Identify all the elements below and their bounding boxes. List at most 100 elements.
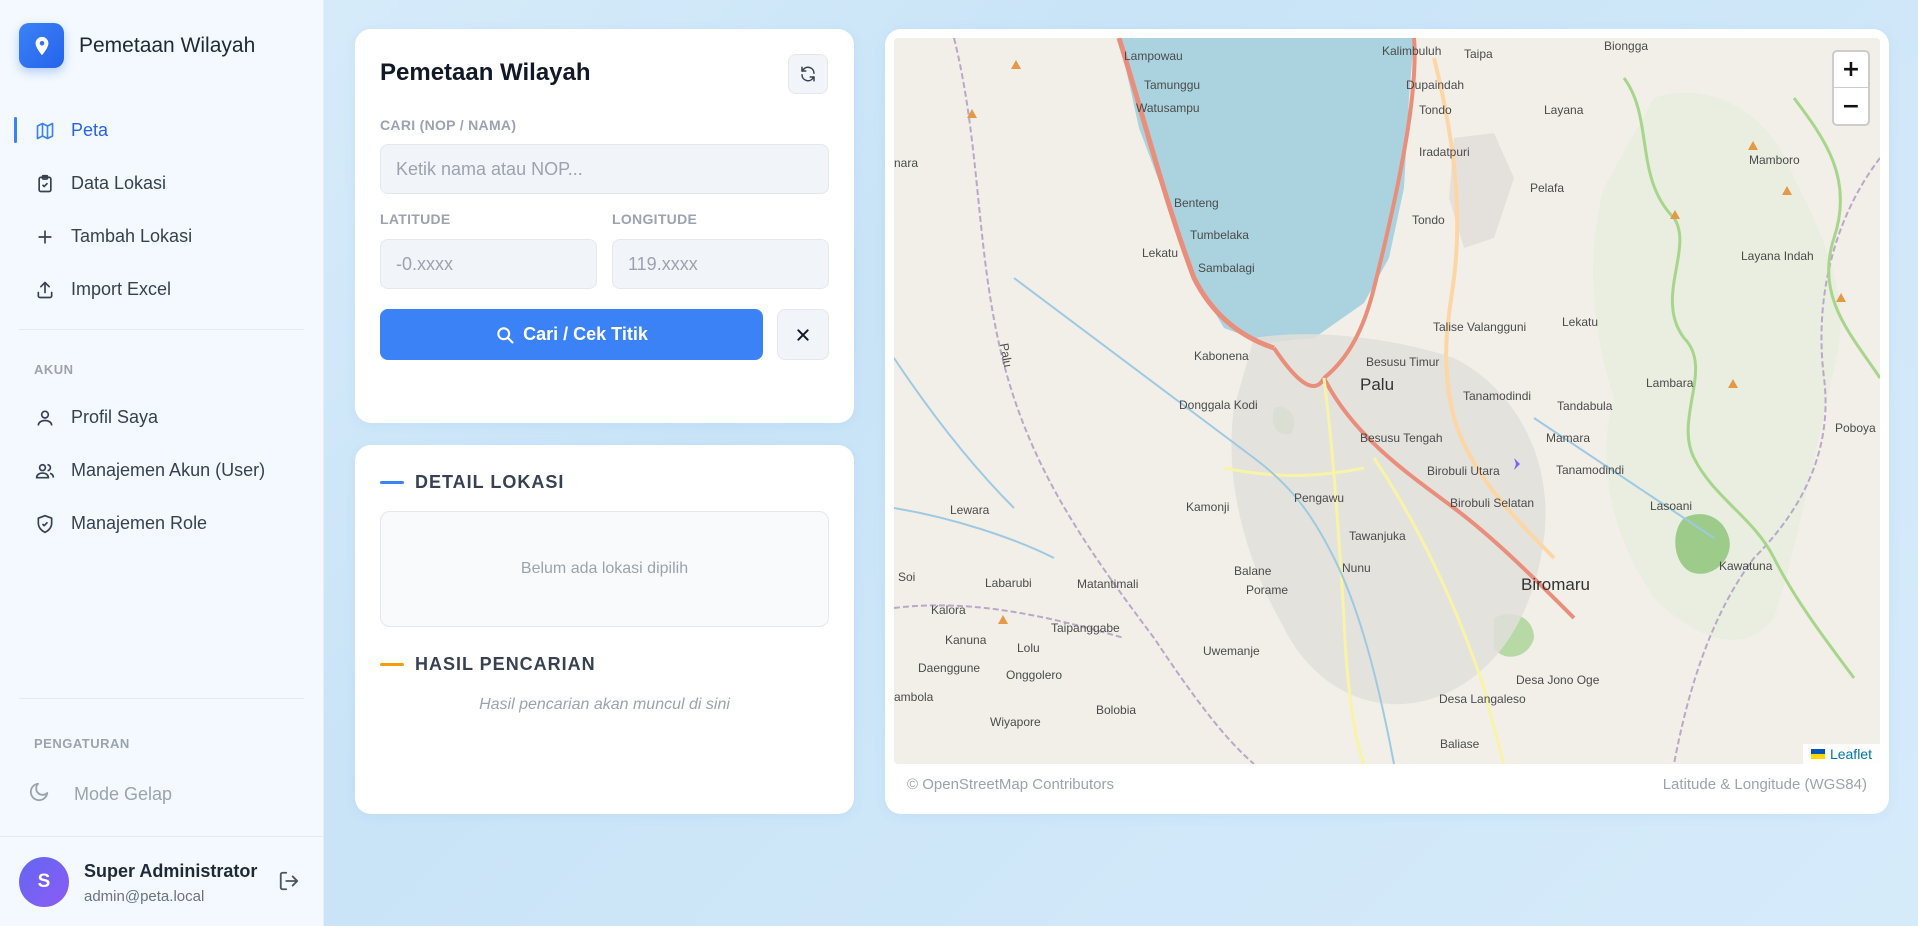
map-label: Lekatu (1562, 315, 1598, 329)
map-label: Taipa (1464, 47, 1493, 61)
map-label: Tumbelaka (1190, 228, 1249, 242)
search-input[interactable] (380, 144, 829, 194)
map-icon (34, 120, 56, 142)
map-canvas[interactable]: Lampowau Kalimbuluh Taipa Biongga Tamung… (894, 38, 1880, 764)
map-label: Biongga (1604, 39, 1648, 53)
map-label: Poboya (1835, 421, 1876, 435)
sidebar: Pemetaan Wilayah Peta Data Lokasi Tambah… (0, 0, 324, 926)
map-label: Besusu Timur (1366, 355, 1439, 369)
brand[interactable]: Pemetaan Wilayah (19, 23, 255, 68)
map-label: Birobuli Utara (1427, 464, 1500, 478)
dark-mode-toggle[interactable]: Mode Gelap (28, 776, 172, 812)
map-label: Palu (1360, 375, 1394, 394)
map-label: Tamunggu (1144, 78, 1200, 92)
nav-label: Data Lokasi (71, 173, 167, 193)
map-label: Kalora (931, 603, 966, 617)
nav-label: Manajemen Akun (User) (71, 460, 266, 480)
nav-item-peta[interactable]: Peta (0, 104, 324, 157)
map-label: Daenggune (918, 661, 980, 675)
nav-item-profil[interactable]: Profil Saya (0, 391, 324, 444)
map-label: ambola (894, 690, 934, 704)
results-heading: HASIL PENCARIAN (380, 654, 596, 675)
map-label: Besusu Tengah (1360, 431, 1443, 445)
map-label: Kanuna (945, 633, 987, 647)
map-label: Tanamodindi (1556, 463, 1624, 477)
map-footer-copyright: © OpenStreetMap Contributors (907, 776, 1114, 793)
map-attribution: Leaflet (1802, 744, 1880, 764)
nav-label: Profil Saya (71, 407, 159, 427)
zoom-in-button[interactable]: + (1834, 52, 1868, 88)
map-label: Lekatu (1142, 246, 1178, 260)
logout-icon (279, 871, 299, 891)
user-icon (34, 407, 56, 429)
moon-icon (28, 781, 50, 808)
refresh-button[interactable] (788, 54, 828, 94)
map-label: Matantimali (1077, 577, 1138, 591)
shield-icon (34, 513, 56, 535)
nav-item-data-lokasi[interactable]: Data Lokasi (0, 157, 324, 210)
search-button-label: Cari / Cek Titik (523, 324, 648, 344)
map-label: Lambara (1646, 376, 1694, 390)
accent-bar (380, 663, 404, 666)
zoom-out-button[interactable]: − (1834, 88, 1868, 124)
map-label: Pengawu (1294, 491, 1344, 505)
map-label: Biromaru (1521, 575, 1590, 594)
divider (19, 329, 304, 330)
section-label-pengaturan: PENGATURAN (34, 736, 130, 751)
detail-heading-label: DETAIL LOKASI (415, 472, 565, 492)
detail-heading: DETAIL LOKASI (380, 472, 564, 493)
map-label: Baliase (1440, 737, 1480, 751)
map-label: Kabonena (1194, 349, 1249, 363)
upload-icon (34, 279, 56, 301)
accent-bar (380, 481, 404, 484)
brand-name: Pemetaan Wilayah (79, 33, 256, 57)
map-footer-crs: Latitude & Longitude (WGS84) (1662, 776, 1867, 793)
main-nav: Peta Data Lokasi Tambah Lokasi Import Ex… (0, 104, 324, 316)
map-label: Benteng (1174, 196, 1219, 210)
map-label: Talise Valangguni (1433, 320, 1526, 334)
nav-item-tambah-lokasi[interactable]: Tambah Lokasi (0, 210, 324, 263)
map-label: Mamara (1546, 431, 1590, 445)
map-label: Uwemanje (1203, 644, 1260, 658)
user-name: Super Administrator (84, 861, 258, 881)
map-label: Onggolero (1006, 668, 1062, 682)
map-label: Iradatpuri (1419, 145, 1470, 159)
search-panel: Pemetaan Wilayah CARI (NOP / NAMA) LATIT… (355, 29, 854, 423)
map-label: Kalimbuluh (1382, 44, 1441, 58)
map-label: Tondo (1412, 213, 1445, 227)
map-label: Layana (1544, 103, 1584, 117)
latitude-input[interactable] (380, 239, 597, 289)
map-label: Kawatuna (1719, 559, 1773, 573)
clear-button[interactable] (777, 309, 829, 360)
zoom-control: + − (1832, 50, 1870, 126)
results-heading-label: HASIL PENCARIAN (415, 654, 596, 674)
map-label: Donggala Kodi (1179, 398, 1258, 412)
close-icon (797, 328, 809, 341)
map-label: Labarubi (985, 576, 1032, 590)
nav-item-import-excel[interactable]: Import Excel (0, 263, 324, 316)
logout-button[interactable] (276, 868, 302, 894)
map-label: Soi (898, 570, 915, 584)
map-tiles: Lampowau Kalimbuluh Taipa Biongga Tamung… (894, 38, 1880, 764)
divider (19, 698, 304, 699)
leaflet-link[interactable]: Leaflet (1830, 746, 1872, 762)
map-label: Lolu (1017, 641, 1040, 655)
user-profile: S Super Administrator admin@peta.local (0, 836, 324, 926)
clipboard-icon (34, 173, 56, 195)
section-label-akun: AKUN (34, 362, 74, 377)
avatar[interactable]: S (19, 857, 69, 907)
page-title: Pemetaan Wilayah (380, 59, 591, 86)
nav-label: Peta (71, 120, 109, 140)
map-label: Sambalagi (1198, 261, 1255, 275)
dark-mode-label: Mode Gelap (74, 783, 173, 804)
latitude-label: LATITUDE (380, 211, 451, 227)
map-label: Taipanggabe (1051, 621, 1120, 635)
map-label: Tanamodindi (1463, 389, 1531, 403)
nav-item-manajemen-akun[interactable]: Manajemen Akun (User) (0, 444, 324, 497)
search-button[interactable]: Cari / Cek Titik (380, 309, 763, 360)
nav-item-manajemen-role[interactable]: Manajemen Role (0, 497, 324, 550)
longitude-input[interactable] (612, 239, 829, 289)
map-label: nara (894, 156, 918, 170)
account-nav: Profil Saya Manajemen Akun (User) Manaje… (0, 391, 324, 550)
map-label: Desa Langaleso (1439, 692, 1526, 706)
